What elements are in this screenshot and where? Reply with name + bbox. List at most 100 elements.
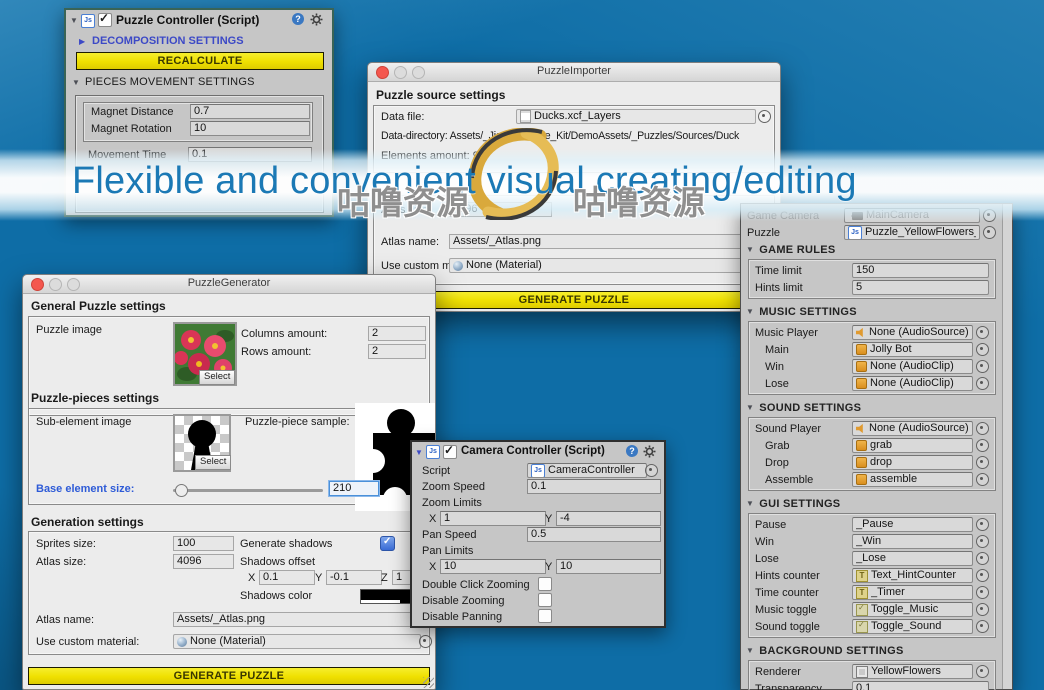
value-field[interactable]: drop: [852, 455, 973, 470]
rows-amount-field[interactable]: 2: [368, 344, 426, 359]
help-icon[interactable]: [292, 13, 304, 25]
pan-limits-y-field[interactable]: 10: [556, 559, 661, 574]
material-field[interactable]: None (Material): [449, 258, 757, 273]
zoom-speed-label: Zoom Speed: [422, 481, 485, 493]
window-titlebar[interactable]: PuzzleGenerator: [23, 275, 435, 294]
foldout-arrow-icon: ▼: [746, 245, 755, 254]
object-picker-icon[interactable]: [976, 422, 989, 435]
object-picker-icon[interactable]: [976, 456, 989, 469]
object-picker-icon[interactable]: [645, 464, 658, 477]
value-field[interactable]: YellowFlowers: [852, 664, 973, 679]
zoom-speed-field[interactable]: 0.1: [527, 479, 661, 494]
value-field[interactable]: grab: [852, 438, 973, 453]
zoom-limits-y-field[interactable]: -4: [556, 511, 661, 526]
value-field[interactable]: Toggle_Sound: [852, 619, 973, 634]
value-field[interactable]: 5: [852, 280, 989, 295]
double-click-zooming-checkbox[interactable]: [538, 577, 552, 591]
object-picker-icon[interactable]: [976, 665, 989, 678]
base-element-size-slider[interactable]: [173, 489, 323, 492]
value-field[interactable]: Puzzle_YellowFlowers_(: [844, 225, 980, 240]
value-field[interactable]: 150: [852, 263, 989, 278]
value-field[interactable]: assemble: [852, 472, 973, 487]
data-file-field[interactable]: Ducks.xcf_Layers: [516, 109, 756, 124]
value-field[interactable]: Toggle_Music: [852, 602, 973, 617]
magnet-rotation-field[interactable]: 10: [190, 121, 310, 136]
object-picker-icon[interactable]: [976, 552, 989, 565]
value-field[interactable]: None (AudioClip): [852, 359, 973, 374]
columns-amount-field[interactable]: 2: [368, 326, 426, 341]
value-field[interactable]: Text_HintCounter: [852, 568, 973, 583]
value-field[interactable]: _Win: [852, 534, 973, 549]
section-foldout[interactable]: ▼ BACKGROUND SETTINGS: [741, 642, 1002, 659]
decomposition-settings-foldout[interactable]: DECOMPOSITION SETTINGS: [92, 34, 244, 48]
select-sub-element-button[interactable]: Select: [195, 455, 232, 470]
material-field[interactable]: None (Material): [173, 634, 421, 649]
object-picker-icon[interactable]: [976, 326, 989, 339]
object-picker-icon[interactable]: [976, 360, 989, 373]
resize-grip[interactable]: [423, 677, 434, 688]
gear-icon[interactable]: [643, 445, 656, 458]
gear-icon[interactable]: [310, 13, 323, 26]
object-picker-icon[interactable]: [976, 473, 989, 486]
offset-y-field[interactable]: -0.1: [326, 570, 382, 585]
disable-zooming-checkbox[interactable]: [538, 593, 552, 607]
clip-icon: [856, 344, 867, 355]
value-field[interactable]: None (AudioSource): [852, 325, 973, 340]
section-title: Puzzle source settings: [376, 88, 506, 102]
value-field[interactable]: _Lose: [852, 551, 973, 566]
object-picker-icon[interactable]: [758, 110, 771, 123]
object-picker-icon[interactable]: [976, 620, 989, 633]
section-foldout[interactable]: ▼ GAME RULES: [741, 241, 1002, 258]
magnet-distance-field[interactable]: 0.7: [190, 104, 310, 119]
offset-x-field[interactable]: 0.1: [259, 570, 315, 585]
help-icon[interactable]: [626, 445, 638, 457]
value-field[interactable]: Jolly Bot: [852, 342, 973, 357]
atlas-size-field[interactable]: 4096: [173, 554, 234, 569]
object-picker-icon[interactable]: [419, 635, 432, 648]
object-picker-icon[interactable]: [976, 439, 989, 452]
object-picker-icon[interactable]: [976, 535, 989, 548]
pieces-movement-foldout[interactable]: PIECES MOVEMENT SETTINGS: [85, 75, 255, 89]
zoom-limits-x-field[interactable]: 1: [440, 511, 546, 526]
foldout-arrow-icon[interactable]: ▼: [72, 78, 80, 87]
section-title: Generation settings: [31, 515, 144, 529]
section-foldout[interactable]: ▼ MUSIC SETTINGS: [741, 303, 1002, 320]
slider-thumb[interactable]: [175, 484, 188, 497]
object-picker-icon[interactable]: [976, 377, 989, 390]
atlas-name-field[interactable]: Assets/_Atlas.png: [173, 612, 431, 627]
object-picker-icon[interactable]: [983, 226, 996, 239]
object-picker-icon[interactable]: [976, 586, 989, 599]
object-picker-icon[interactable]: [976, 343, 989, 356]
value-field[interactable]: None (AudioClip): [852, 376, 973, 391]
pan-speed-field[interactable]: 0.5: [527, 527, 661, 542]
window-titlebar[interactable]: PuzzleImporter: [368, 63, 780, 82]
component-enabled-checkbox[interactable]: [98, 11, 112, 27]
scrollbar[interactable]: [1002, 204, 1012, 689]
object-picker-icon[interactable]: [976, 569, 989, 582]
value-field[interactable]: None (AudioSource): [852, 421, 973, 436]
script-field[interactable]: CameraController: [527, 463, 647, 478]
component-enabled-checkbox[interactable]: [443, 443, 457, 459]
disable-panning-checkbox[interactable]: [538, 609, 552, 623]
value-field[interactable]: 0.1: [852, 681, 989, 690]
value-field[interactable]: _Timer: [852, 585, 973, 600]
sprites-size-field[interactable]: 100: [173, 536, 234, 551]
object-picker-icon[interactable]: [976, 603, 989, 616]
value-field[interactable]: _Pause: [852, 517, 973, 532]
section-foldout[interactable]: ▼ SOUND SETTINGS: [741, 399, 1002, 416]
foldout-arrow-icon[interactable]: ▶: [79, 37, 85, 46]
pan-limits-x-field[interactable]: 10: [440, 559, 546, 574]
select-image-button[interactable]: Select: [199, 370, 236, 385]
recalculate-button[interactable]: RECALCULATE: [76, 52, 324, 70]
generate-shadows-checkbox[interactable]: [380, 536, 395, 551]
puzzle-image-label: Puzzle image: [36, 324, 103, 336]
atlas-name-field[interactable]: Assets/_Atlas.png: [449, 234, 762, 249]
foldout-arrow-icon[interactable]: ▼: [415, 448, 423, 457]
section-foldout[interactable]: ▼ GUI SETTINGS: [741, 495, 1002, 512]
object-picker-icon[interactable]: [976, 518, 989, 531]
foldout-arrow-icon[interactable]: ▼: [70, 16, 78, 25]
base-element-size-field[interactable]: 210: [329, 481, 379, 496]
text-icon: [856, 569, 868, 582]
generate-puzzle-button[interactable]: GENERATE PUZZLE: [28, 667, 430, 685]
sprites-size-label: Sprites size:: [36, 538, 96, 550]
